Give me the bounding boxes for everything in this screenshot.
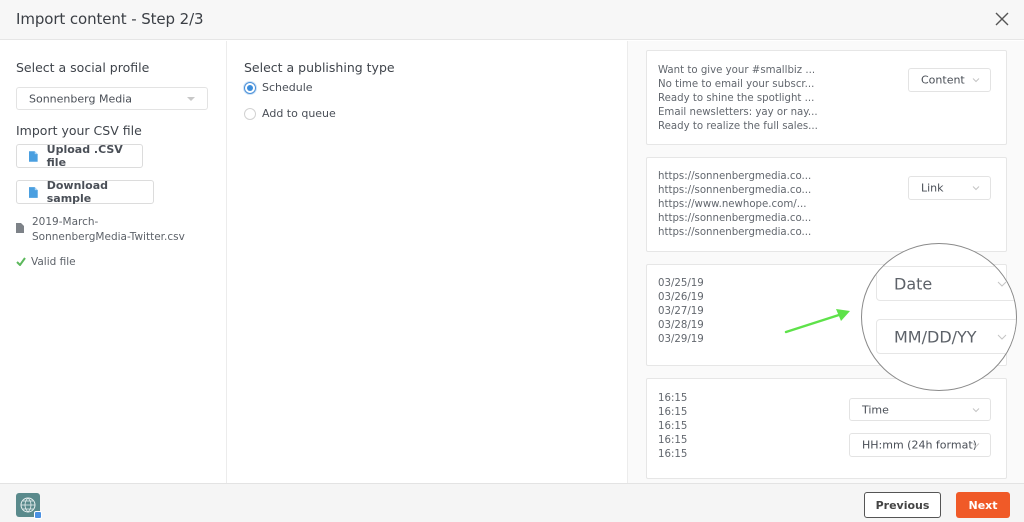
file-name-line2: SonnenbergMedia-Twitter.csv: [32, 231, 185, 243]
preview-line: No time to email your subscr...: [658, 79, 815, 90]
chevron-down-icon: [972, 407, 980, 412]
radio-add-to-queue[interactable]: Add to queue: [244, 107, 336, 120]
preview-line: https://sonnenbergmedia.co...: [658, 213, 812, 224]
profile-label: Select a social profile: [16, 60, 150, 75]
upload-csv-label: Upload .CSV file: [46, 143, 123, 169]
valid-file-text: Valid file: [31, 256, 76, 268]
column-type-value: Time: [862, 403, 889, 416]
preview-line: Ready to shine the spotlight ...: [658, 93, 815, 104]
date-format-value: MM/DD/YY: [894, 327, 977, 346]
preview-line: Email newsletters: yay or nay...: [658, 107, 818, 118]
column-type-select[interactable]: Link: [908, 176, 991, 200]
preview-line: 03/27/19: [658, 306, 704, 317]
radio-schedule-label: Schedule: [262, 81, 313, 94]
preview-line: 16:15: [658, 435, 688, 446]
radio-button-unchecked[interactable]: [244, 107, 256, 120]
document-icon: [29, 150, 38, 162]
download-sample-button[interactable]: Download sample: [16, 179, 154, 205]
radio-schedule[interactable]: Schedule: [244, 81, 313, 94]
upload-csv-button[interactable]: Upload .CSV file: [16, 143, 143, 169]
magnifier-callout: Date MM/DD/YY: [861, 243, 1017, 391]
profile-select-value: Sonnenberg Media: [29, 92, 132, 105]
date-column-value: Date: [894, 274, 933, 293]
preview-line: 03/29/19: [658, 334, 704, 345]
preview-line: 16:15: [658, 393, 688, 404]
time-format-value: HH:mm (24h format): [862, 438, 977, 452]
badge-icon: [34, 511, 42, 519]
preview-line: 03/25/19: [658, 278, 704, 289]
preview-line: Ready to realize the full sales...: [658, 121, 818, 132]
dialog-title: Import content - Step 2/3: [16, 10, 204, 28]
preview-line: 03/26/19: [658, 292, 704, 303]
chevron-down-icon: [972, 443, 980, 448]
preview-line: https://www.newhope.com/...: [658, 199, 807, 210]
file-icon: [16, 223, 24, 233]
publishing-label: Select a publishing type: [244, 60, 395, 75]
column-type-value: Content: [921, 73, 965, 87]
profile-select[interactable]: Sonnenberg Media: [16, 87, 208, 110]
document-icon: [29, 186, 38, 198]
preview-line: 16:15: [658, 421, 688, 432]
chevron-down-icon: [972, 78, 980, 83]
preview-line: https://sonnenbergmedia.co...: [658, 185, 812, 196]
radio-button-checked[interactable]: [244, 81, 256, 94]
mapping-card-time: 16:15 16:15 16:15 16:15 16:15 Time HH:mm…: [646, 378, 1007, 479]
column-type-select[interactable]: Time: [849, 398, 991, 421]
preview-line: 16:15: [658, 449, 688, 460]
download-sample-label: Download sample: [46, 179, 109, 205]
close-icon[interactable]: [994, 11, 1010, 27]
date-format-select[interactable]: MM/DD/YY: [876, 319, 1016, 354]
chevron-down-icon: [997, 281, 1007, 287]
dialog-header: Import content - Step 2/3: [0, 0, 1024, 40]
preview-line: 16:15: [658, 407, 688, 418]
mapping-card-content: Want to give your #smallbiz ... No time …: [646, 50, 1007, 145]
preview-line: Want to give your #smallbiz ...: [658, 65, 816, 76]
csv-label: Import your CSV file: [16, 123, 142, 138]
column-type-select[interactable]: Content: [908, 68, 991, 92]
column-preview: 03/25/19 03/26/19 03/27/19 03/28/19 03/2…: [658, 277, 704, 347]
preview-line: https://sonnenbergmedia.co...: [658, 227, 812, 238]
validation-status: Valid file: [16, 256, 76, 268]
column-type-value: Link: [921, 181, 944, 195]
chevron-down-icon: [997, 334, 1007, 340]
column-preview: https://sonnenbergmedia.co... https://so…: [658, 170, 811, 240]
preview-line: https://sonnenbergmedia.co...: [658, 171, 812, 182]
mapping-card-link: https://sonnenbergmedia.co... https://so…: [646, 157, 1007, 252]
dialog-footer: Previous Next: [0, 483, 1024, 522]
preview-line: 03/28/19: [658, 320, 704, 331]
next-button[interactable]: Next: [956, 492, 1010, 518]
profile-column: Select a social profile Sonnenberg Media…: [0, 41, 227, 483]
caret-down-icon: [187, 96, 195, 101]
radio-queue-label: Add to queue: [262, 107, 336, 120]
previous-button[interactable]: Previous: [864, 492, 941, 518]
time-format-select[interactable]: HH:mm (24h format): [849, 433, 991, 457]
annotation-arrow-icon: [784, 309, 850, 334]
checkmark-icon: [16, 257, 26, 266]
app-logo-icon: [16, 493, 42, 519]
chevron-down-icon: [972, 186, 980, 191]
file-name-line1: 2019-March-: [32, 216, 99, 228]
column-preview: 16:15 16:15 16:15 16:15 16:15: [658, 392, 687, 462]
date-column-select[interactable]: Date: [876, 266, 1016, 301]
publishing-column: Select a publishing type Schedule Add to…: [227, 41, 628, 483]
column-preview: Want to give your #smallbiz ... No time …: [658, 64, 818, 134]
